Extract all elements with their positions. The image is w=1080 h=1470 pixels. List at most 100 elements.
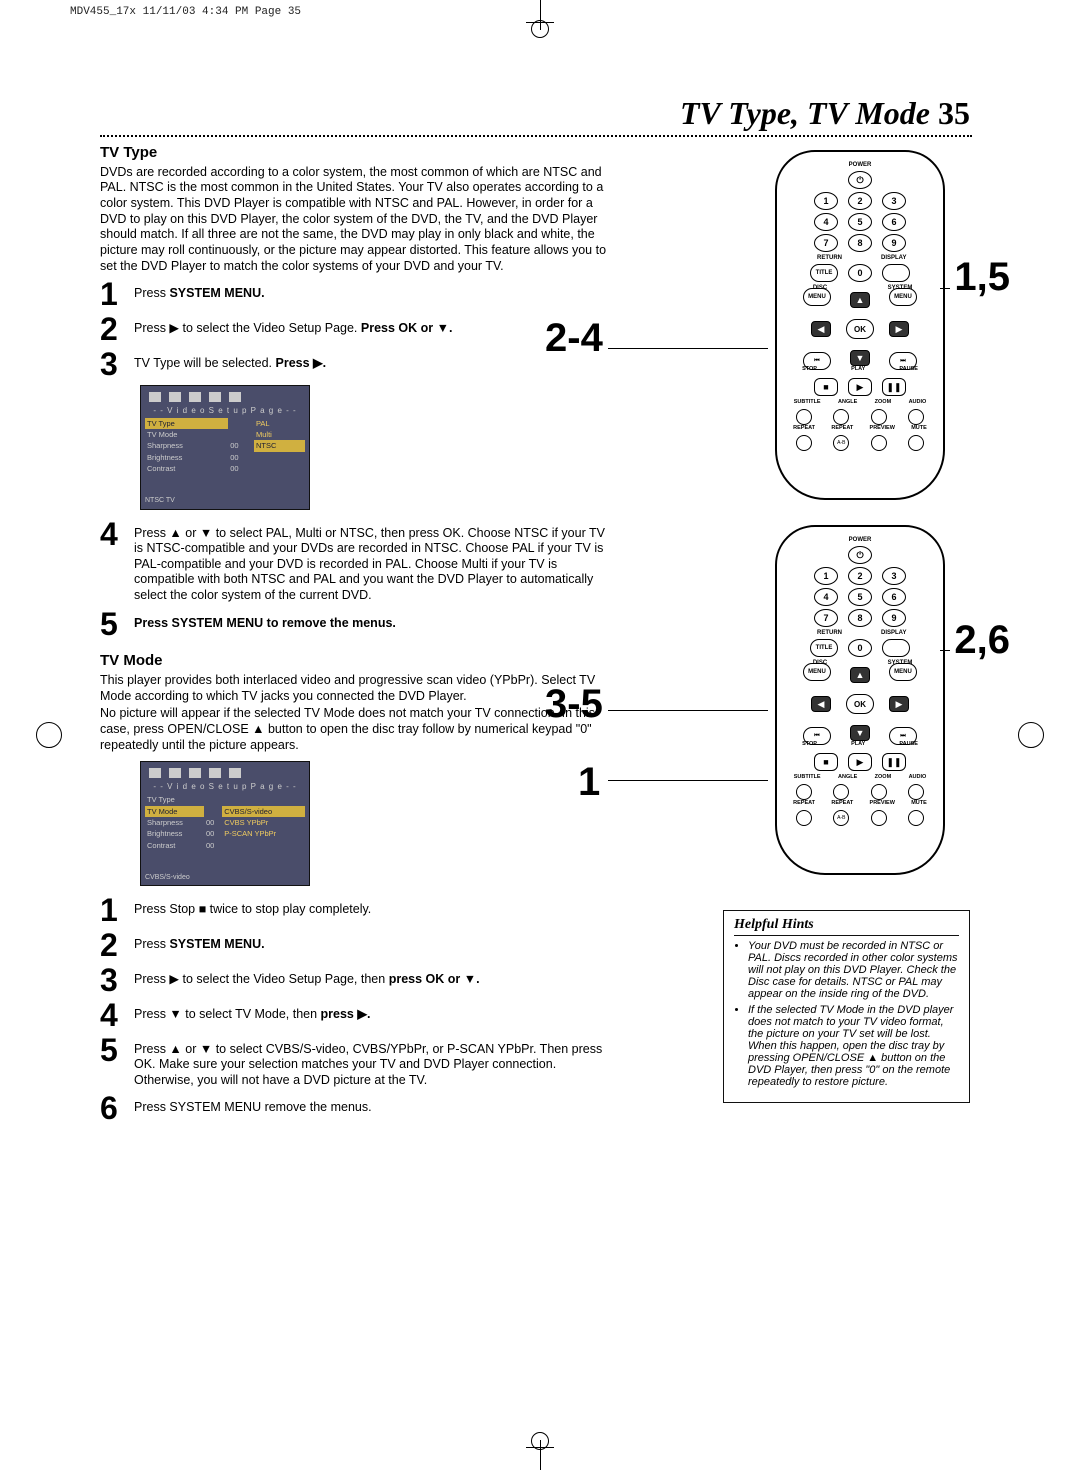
- circle-button: [796, 435, 812, 451]
- num-4: 4: [814, 213, 838, 231]
- step-body: Press SYSTEM MENU to remove the menus.: [134, 610, 396, 632]
- tv-mode-heading: TV Mode: [100, 652, 610, 671]
- tv-mode-step-3: 3 Press ▶ to select the Video Setup Page…: [100, 966, 610, 995]
- arrow-down: ▼: [850, 350, 870, 366]
- step-number: 4: [100, 520, 134, 549]
- helpful-hints-box: Helpful Hints Your DVD must be recorded …: [723, 910, 970, 1103]
- bold: SYSTEM MENU.: [169, 937, 264, 951]
- step-body: Press Stop ■ twice to stop play complete…: [134, 896, 371, 918]
- page-title: TV Type, TV Mode 35: [680, 95, 970, 132]
- remote-diagram-top: POWER ⏻ 123 456 789 RETURN DISPLAY TITLE…: [775, 150, 945, 500]
- cell: 00: [204, 840, 222, 851]
- indicator-line: [608, 710, 768, 711]
- lbl: ANGLE: [838, 399, 857, 405]
- cell: Sharpness: [145, 440, 228, 451]
- step-number: 6: [100, 1094, 134, 1123]
- tv-type-step-2: 2 Press ▶ to select the Video Setup Page…: [100, 315, 610, 344]
- prev-button: ⏮: [803, 727, 831, 745]
- num-1: 1: [814, 192, 838, 210]
- cell: TV Mode: [145, 806, 204, 817]
- tv-mode-step-6: 6 Press SYSTEM MENU remove the menus.: [100, 1094, 610, 1123]
- cell: Contrast: [145, 463, 228, 474]
- bold: Press SYSTEM MENU to remove the menus.: [134, 616, 396, 630]
- cell: Sharpness: [145, 817, 204, 828]
- hint-item: If the selected TV Mode in the DVD playe…: [748, 1004, 959, 1088]
- cell: CVBS/S-video: [222, 806, 305, 817]
- bold: SYSTEM MENU.: [169, 286, 264, 300]
- indicator-3-5: 3-5: [545, 682, 603, 727]
- num-9: 9: [882, 234, 906, 252]
- hint-item: Your DVD must be recorded in NTSC or PAL…: [748, 940, 959, 1000]
- txt: Press ▶ to select the Video Setup Page.: [134, 321, 361, 335]
- circle-button: [833, 784, 849, 800]
- step-number: 3: [100, 350, 134, 379]
- side-mark-right: [1018, 722, 1044, 748]
- prev-button: ⏮: [803, 352, 831, 370]
- indicator-line: [608, 348, 768, 349]
- step-number: 3: [100, 966, 134, 995]
- ab-button: A-B: [833, 810, 849, 826]
- circle-button: [871, 409, 887, 425]
- indicator-line: [940, 650, 950, 651]
- lbl: ZOOM: [875, 399, 892, 405]
- num-0: 0: [848, 264, 872, 282]
- onscreen-icon-row: [145, 390, 305, 404]
- txt: Press: [134, 937, 169, 951]
- remote-diagram-bottom: POWER ⏻ 123 456 789 RETURN DISPLAY TITLE…: [775, 525, 945, 875]
- tv-mode-step-5: 5 Press ▲ or ▼ to select CVBS/S-video, C…: [100, 1036, 610, 1089]
- power-label: POWER: [785, 162, 935, 168]
- tv-type-step-1: 1 Press SYSTEM MENU.: [100, 280, 610, 309]
- lbl: REPEAT: [793, 425, 815, 431]
- step-number: 1: [100, 896, 134, 925]
- title-button: TITLE: [810, 264, 838, 282]
- cell: P-SCAN YPbPr: [222, 828, 305, 839]
- lbl: AUDIO: [909, 774, 927, 780]
- menu-button: MENU: [803, 288, 831, 306]
- onscreen-table: TV Type TV ModeCVBS/S-video Sharpness00C…: [145, 794, 305, 851]
- tv-type-intro: DVDs are recorded according to a color s…: [100, 165, 610, 274]
- system-menu-button: MENU: [889, 288, 917, 306]
- power-label: POWER: [785, 537, 935, 543]
- circle-button: [833, 409, 849, 425]
- cell: CVBS YPbPr: [222, 817, 305, 828]
- play-button: ▶: [848, 378, 872, 396]
- step-body: Press ▶ to select the Video Setup Page. …: [134, 315, 452, 337]
- menu-button: MENU: [803, 663, 831, 681]
- circle-button: [908, 784, 924, 800]
- txt: TV Type will be selected.: [134, 356, 276, 370]
- tv-mode-step-1: 1 Press Stop ■ twice to stop play comple…: [100, 896, 610, 925]
- bold: Press ▶.: [276, 356, 327, 370]
- display-label: DISPLAY: [881, 630, 903, 636]
- stop-button: ■: [814, 378, 838, 396]
- lbl: ZOOM: [875, 774, 892, 780]
- next-button: ⏭: [889, 352, 917, 370]
- tv-mode-step-4: 4 Press ▼ to select TV Mode, then press …: [100, 1001, 610, 1030]
- txt: Press ▼ to select TV Mode, then: [134, 1007, 321, 1021]
- step-number: 1: [100, 280, 134, 309]
- dpad: MENU MENU ▲ ▼ ◀ ▶ OK ⏮ ⏭: [805, 669, 915, 739]
- num-5: 5: [848, 588, 872, 606]
- return-label: RETURN: [817, 630, 839, 636]
- num-8: 8: [848, 609, 872, 627]
- cell: TV Type: [145, 418, 228, 429]
- num-3: 3: [882, 567, 906, 585]
- lbl: REPEAT: [831, 425, 853, 431]
- arrow-right: ▶: [889, 321, 909, 337]
- display-button: [882, 264, 910, 282]
- step-body: Press ▲ or ▼ to select CVBS/S-video, CVB…: [134, 1036, 610, 1089]
- onscreen-title: - - V i d e o S e t u p P a g e - -: [145, 782, 305, 792]
- lbl: PREVIEW: [870, 425, 895, 431]
- onscreen-icon-row: [145, 766, 305, 780]
- arrow-left: ◀: [811, 696, 831, 712]
- hints-title: Helpful Hints: [734, 917, 959, 936]
- circle-button: [871, 784, 887, 800]
- num-2: 2: [848, 567, 872, 585]
- num-3: 3: [882, 192, 906, 210]
- arrow-up: ▲: [850, 292, 870, 308]
- indicator-1: 1: [578, 760, 600, 805]
- lbl: MUTE: [911, 800, 927, 806]
- tv-type-heading: TV Type: [100, 144, 610, 163]
- crop-circle-top: [531, 20, 549, 38]
- pause-button: ❚❚: [882, 378, 906, 396]
- page-number: 35: [938, 95, 970, 131]
